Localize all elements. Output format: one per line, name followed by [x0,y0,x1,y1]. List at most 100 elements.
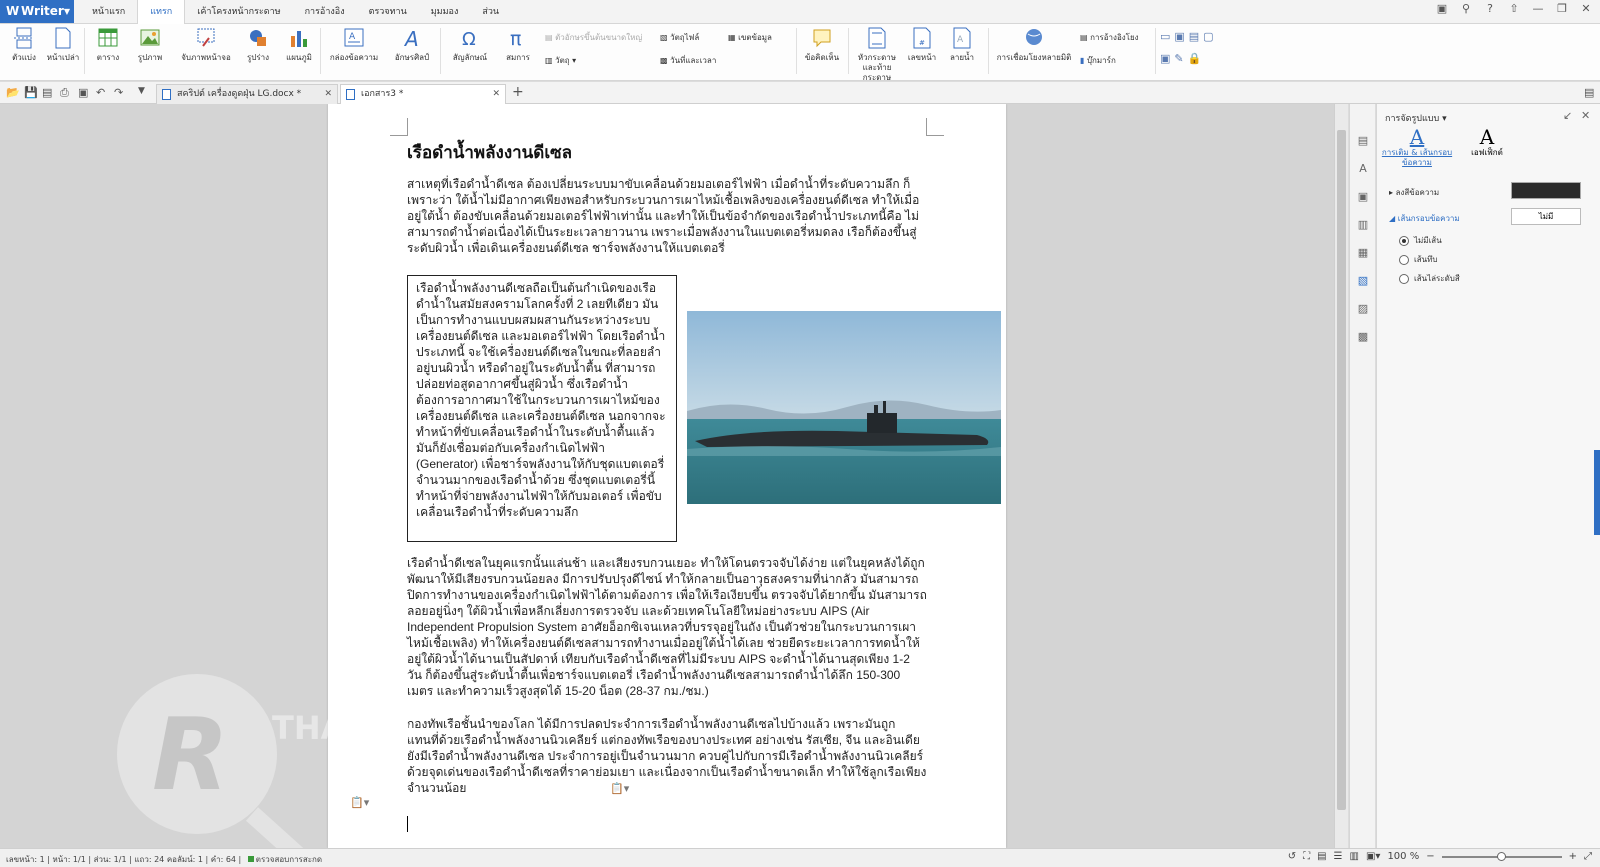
submarine-photo[interactable] [687,311,1001,504]
zoom-out-button[interactable]: − [1426,851,1434,862]
form-controls-row2[interactable]: ▣✎🔒 [1160,52,1205,65]
text-outline-row[interactable]: ◢ เส้นกรอบข้อความ [1389,212,1460,225]
ribbon-insert: ตัวแบ่ง หน้าเปล่า ตาราง รูปภาพ จับภาพหน้… [0,24,1600,83]
screenshot-button[interactable]: จับภาพหน้าจอ [175,26,237,63]
zoom-in-button[interactable]: + [1569,851,1577,862]
tab-view[interactable]: มุมมอง [419,0,471,24]
fit-page-icon[interactable]: ⤢ [1584,851,1592,862]
skin-icon[interactable]: ▣ [1434,2,1450,15]
user-icon[interactable]: ⚲ [1458,2,1474,15]
text-fill-row[interactable]: ▸ ลงสีข้อความ [1389,186,1439,199]
table-button[interactable]: ตาราง [90,26,126,63]
paste-options-icon[interactable]: 📋▾ [350,796,369,809]
close-tab-icon[interactable]: ✕ [324,85,332,103]
web-view-icon[interactable]: ▥ [1350,851,1359,862]
tab-doc-lg-script[interactable]: สคริปต์ เครื่องดูดฝุ่น LG.docx * ✕ [156,84,338,104]
shapes-button[interactable]: รูปร่าง [240,26,276,63]
print-preview-icon[interactable]: ▣ [78,86,88,99]
watermark-button[interactable]: A ลายน้ำ [942,26,982,63]
minimize-button[interactable]: — [1530,2,1546,15]
navigation-icon[interactable]: ▦ [1356,246,1370,260]
reading-view-icon[interactable]: ▣▾ [1366,851,1380,862]
form-controls-row1[interactable]: ▭▣▤▢ [1160,30,1218,43]
zoom-slider[interactable] [1441,851,1562,861]
equation-button[interactable]: π สมการ [500,26,536,63]
outline-value-field[interactable]: ไม่มี [1511,208,1581,225]
zoom-level[interactable]: 100 % [1387,851,1419,862]
blank-page-button[interactable]: หน้าเปล่า [46,26,80,63]
header-footer-button[interactable]: หัวกระดาษและท้ายกระดาษ [852,26,902,83]
textbox-button[interactable]: A กล่องข้อความ [325,26,383,63]
backup-icon[interactable]: ▨ [1356,302,1370,316]
tab-references[interactable]: การอ้างอิง [293,0,357,24]
format-panel-icon[interactable]: ▧ [1356,274,1370,288]
tab-fill-outline[interactable]: A การเติม & เส้นกรอบข้อความ [1377,126,1457,168]
tab-review[interactable]: ตรวจทาน [357,0,419,24]
insert-field-button[interactable]: ▦ เขตข้อมูล [728,31,772,44]
radio-gradient-line[interactable]: เส้นไล่ระดับสี [1399,272,1460,285]
tab-doc-document3[interactable]: เอกสาร3 * ✕ [340,84,506,104]
chart-button[interactable]: แผนภูมิ [282,26,316,63]
restore-button[interactable]: ❐ [1554,2,1570,15]
fullscreen-icon[interactable]: ⛶ [1303,851,1310,862]
tab-effects[interactable]: A เอฟเฟ็กต์ [1447,126,1527,158]
save-icon[interactable]: 💾 [24,86,38,99]
open-icon[interactable]: 📂 [6,86,20,99]
text-fill-icon: A [1409,125,1425,149]
close-tab-icon[interactable]: ✕ [492,85,500,103]
symbol-button[interactable]: Ω สัญลักษณ์ [446,26,494,63]
print-icon[interactable]: ⎙ [60,86,69,100]
share-icon[interactable]: ▩ [1356,330,1370,344]
scroll-thumb[interactable] [1337,130,1346,810]
picture-button[interactable]: รูปภาพ [130,26,170,63]
tab-section[interactable]: ส่วน [470,0,511,24]
text-fill-color-picker[interactable] [1511,182,1581,199]
tab-insert[interactable]: แทรก [137,0,186,24]
select-icon[interactable]: ▣ [1356,190,1370,204]
page-number-button[interactable]: # เลขหน้า [906,26,938,63]
comment-button[interactable]: ข้อคิดเห็น [800,26,844,63]
tab-home[interactable]: หน้าแรก [80,0,137,24]
close-panel-icon[interactable]: ✕ [1581,109,1590,122]
text-box[interactable]: เรือดำน้ำพลังงานดีเซลถือเป็นต้นกำเนิดของ… [407,275,677,542]
tab-options-icon[interactable]: ▤ [1584,86,1594,99]
radio-solid-line[interactable]: เส้นทึบ [1399,253,1437,266]
collapse-ribbon-icon[interactable]: ⇧ [1506,2,1522,15]
revisions-icon[interactable]: ↺ [1288,851,1296,862]
panel-title[interactable]: การจัดรูปแบบ ▾ [1385,111,1447,125]
page-break-button[interactable]: ตัวแบ่ง [4,26,44,63]
paste-options-icon[interactable]: 📋▾ [610,782,629,795]
panel-edge-tab[interactable] [1594,450,1600,535]
customize-qa-icon[interactable]: ▼ [138,86,145,96]
document-icon[interactable]: ▥ [1356,218,1370,232]
bookmark-button[interactable]: ▮ บุ๊กมาร์ก [1080,54,1116,67]
style-icon[interactable]: A [1356,162,1370,176]
undo-icon[interactable]: ↶ [96,86,105,99]
app-menu-button[interactable]: W Writer ▼ [0,0,74,23]
object-button[interactable]: ▥ วัตถุ ▾ [545,54,576,67]
hyperlink-button[interactable]: การเชื่อมโยงหลายมิติ [994,26,1074,63]
paragraph-2[interactable]: เรือดำน้ำดีเซลในยุคแรกนั้นแล่นช้า และเสี… [407,555,927,699]
export-pdf-icon[interactable]: ▤ [42,86,52,99]
tab-page-layout[interactable]: เค้าโครงหน้ากระดาษ [185,0,292,24]
redo-icon[interactable]: ↷ [114,86,123,99]
new-document-icon[interactable]: ▤ [1356,134,1370,148]
dropcap-button[interactable]: ▤ ตัวอักษรขึ้นต้นขนาดใหญ่ [545,31,642,44]
vertical-scrollbar[interactable] [1334,104,1348,848]
crossref-button[interactable]: ▤ การอ้างอิงโยง [1080,31,1139,44]
attach-file-button[interactable]: ▧ วัตถุไฟล์ [660,31,699,44]
zoom-slider-knob[interactable] [1496,851,1506,861]
wordart-button[interactable]: A อักษรศิลป์ [388,26,436,63]
paragraph-3[interactable]: กองทัพเรือชั้นนำของโลก ได้มีการปลดประจำก… [407,716,927,796]
document-heading[interactable]: เรือดำน้ำพลังงานดีเซล [407,139,572,166]
datetime-button[interactable]: ▩ วันที่และเวลา [660,54,716,67]
document-page[interactable]: เรือดำน้ำพลังงานดีเซล สาเหตุที่เรือดำน้ำ… [328,104,1006,848]
paragraph-1[interactable]: สาเหตุที่เรือดำน้ำดีเซล ต้องเปลี่ยนระบบม… [407,176,927,256]
close-button[interactable]: ✕ [1578,2,1594,15]
radio-no-line[interactable]: ไม่มีเส้น [1399,234,1442,247]
new-tab-icon[interactable]: + [512,84,524,100]
page-view-icon[interactable]: ▤ [1317,851,1326,862]
outline-view-icon[interactable]: ☰ [1334,851,1343,862]
pin-icon[interactable]: ↙ [1563,109,1572,122]
help-icon[interactable]: ? [1482,2,1498,15]
